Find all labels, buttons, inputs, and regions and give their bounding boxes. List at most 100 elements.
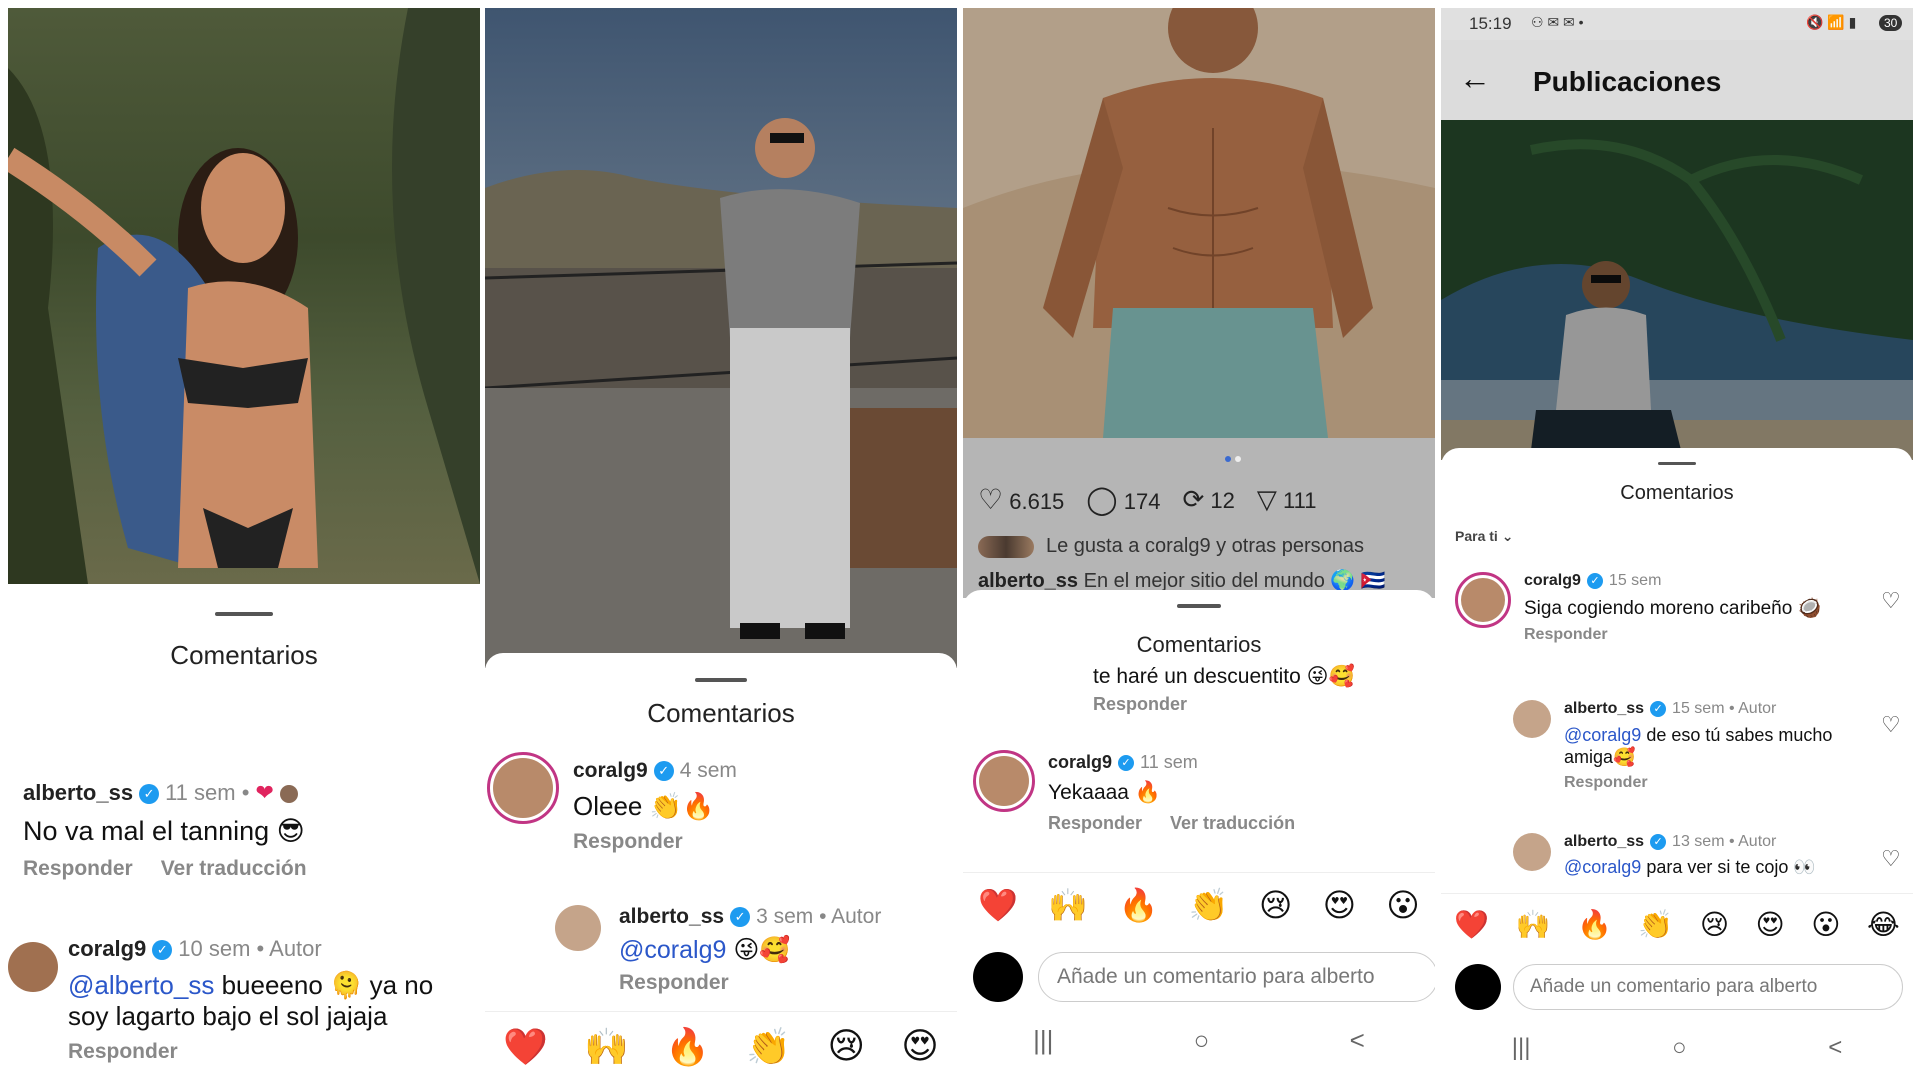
emoji-raised-hands[interactable]: 🙌 <box>584 1026 629 1068</box>
emoji-heart[interactable]: ❤️ <box>978 886 1018 924</box>
back-arrow-icon[interactable]: ← <box>1459 60 1491 97</box>
emoji-surprised[interactable]: 😮 <box>1386 886 1419 924</box>
comment-time: 11 sem <box>1140 752 1198 772</box>
recent-apps-icon[interactable]: ||| <box>1512 1034 1531 1062</box>
panel-4-instagram-publications: 15:19 ⚇ ✉ ✉ • 🔇 📶 ▮ 30 ← Publicaciones C… <box>1441 8 1913 1080</box>
like-comment-heart-icon[interactable]: ♡ <box>1881 712 1901 738</box>
caption-text: En el mejor sitio del mundo 🌍 🇨🇺 <box>1078 570 1386 592</box>
liked-by-text[interactable]: Le gusta a coralg9 y otras personas <box>1046 535 1364 557</box>
comment-username[interactable]: coralg9 <box>573 759 648 782</box>
panel-1-instagram-comments: Comentarios alberto_ss ✓ 11 sem • ❤ No va … <box>8 8 480 1080</box>
sheet-handle[interactable] <box>1658 462 1696 465</box>
emoji-raised-hands[interactable]: 🙌 <box>1048 886 1088 924</box>
comment-input[interactable]: Añade un comentario para alberto <box>1513 964 1903 1010</box>
comment-username[interactable]: alberto_ss <box>619 905 724 928</box>
avatar[interactable] <box>973 750 1035 812</box>
comment-username[interactable]: alberto_ss <box>23 780 133 805</box>
emoji-cry[interactable]: 😢 <box>1700 908 1729 941</box>
avatar[interactable] <box>1513 833 1551 871</box>
translate-button[interactable]: Ver traducción <box>161 857 307 880</box>
comment-time: 3 sem <box>756 905 814 928</box>
sheet-handle[interactable] <box>215 612 273 616</box>
repost-button[interactable]: ⟳ 12 <box>1182 484 1234 515</box>
post-photo <box>963 8 1435 438</box>
sheet-handle[interactable] <box>695 678 747 682</box>
emoji-heart-eyes[interactable]: 😍 <box>901 1026 939 1067</box>
emoji-surprised[interactable]: 😮 <box>1811 908 1840 941</box>
sheet-handle[interactable] <box>1177 604 1221 608</box>
like-comment-heart-icon[interactable]: ♡ <box>1881 846 1901 872</box>
battery-icon: 30 <box>1879 15 1903 31</box>
reply-button[interactable]: Responder <box>68 1040 178 1063</box>
comment-username[interactable]: coralg9 <box>1048 752 1112 772</box>
mention-link[interactable]: @coralg9 <box>1564 857 1641 877</box>
avatar[interactable] <box>1455 572 1511 628</box>
comment-alberto: alberto_ss ✓ 11 sem • ❤ No va mal el tanni… <box>23 780 473 881</box>
emoji-cry[interactable]: 😢 <box>828 1026 866 1067</box>
recent-apps-icon[interactable]: ||| <box>1033 1025 1053 1056</box>
like-button[interactable]: ♡ 6.615 <box>978 483 1064 516</box>
emoji-heart[interactable]: ❤️ <box>1454 908 1489 941</box>
mention-link[interactable]: @coralg9 <box>1564 725 1641 745</box>
comment-coralg9: coralg9 ✓ 11 sem Yekaaaa 🔥 Responder Ver tr… <box>1048 752 1428 834</box>
comment-icon: ◯ <box>1086 484 1118 515</box>
reply-button[interactable]: Responder <box>1048 813 1142 833</box>
carousel-dot <box>1235 456 1241 462</box>
home-icon[interactable]: ○ <box>1194 1025 1210 1056</box>
caption-username[interactable]: alberto_ss <box>978 570 1078 592</box>
comment-username[interactable]: coralg9 <box>68 936 146 961</box>
comment-input-row: Añade un comentario para alberto <box>963 946 1435 1006</box>
emoji-heart[interactable]: ❤️ <box>503 1026 548 1068</box>
quick-emoji-bar: ❤️ 🙌 🔥 👏 😢 😍 😮 <box>963 872 1435 936</box>
panel-3-instagram-post-comments: ♡ 6.615 ◯ 174 ⟳ 12 ▽ 111 Le gusta a cora… <box>963 8 1435 1080</box>
avatar[interactable] <box>555 905 601 951</box>
liker-avatar <box>280 785 299 804</box>
avatar[interactable] <box>487 752 559 824</box>
avatar[interactable] <box>1513 700 1551 738</box>
reply-button[interactable]: Responder <box>619 971 729 994</box>
emoji-heart-eyes[interactable]: 😍 <box>1756 908 1785 941</box>
emoji-cry[interactable]: 😢 <box>1259 886 1292 924</box>
comment-username[interactable]: coralg9 <box>1524 572 1581 589</box>
emoji-clap[interactable]: 👏 <box>1638 908 1673 941</box>
verified-badge-icon: ✓ <box>139 784 160 805</box>
mention-link[interactable]: @alberto_ss <box>68 970 214 1000</box>
like-comment-heart-icon[interactable]: ♡ <box>1881 588 1901 614</box>
avatar[interactable] <box>8 942 58 992</box>
comment-coralg9: coralg9 ✓ 10 sem • Autor @alberto_ss bueee… <box>68 936 478 1064</box>
comment-time: 15 sem <box>1608 572 1662 589</box>
comment-username[interactable]: alberto_ss <box>1564 700 1644 717</box>
emoji-raised-hands[interactable]: 🙌 <box>1516 908 1551 941</box>
emoji-clap[interactable]: 👏 <box>746 1026 791 1068</box>
emoji-fire[interactable]: 🔥 <box>1577 908 1612 941</box>
emoji-laughing[interactable]: 😂 <box>1867 908 1900 941</box>
reply-button[interactable]: Responder <box>1524 626 1608 643</box>
status-signal-icons: 🔇 📶 ▮ <box>1806 14 1857 30</box>
emoji-clap[interactable]: 👏 <box>1189 886 1229 924</box>
heart-icon: ♡ <box>978 484 1004 515</box>
liker-avatars <box>978 535 1034 558</box>
back-icon[interactable]: < <box>1350 1025 1365 1056</box>
repost-icon: ⟳ <box>1182 484 1205 514</box>
mention-link[interactable]: @coralg9 <box>619 936 726 964</box>
filter-dropdown[interactable]: Para ti ⌄ <box>1455 528 1513 545</box>
emoji-fire[interactable]: 🔥 <box>665 1026 710 1068</box>
reply-button[interactable]: Responder <box>1093 694 1187 715</box>
comment-text: @coralg9 de eso tú sabes mucho amiga🥰 <box>1564 725 1833 767</box>
back-icon[interactable]: < <box>1828 1034 1842 1062</box>
reply-button[interactable]: Responder <box>1564 774 1648 791</box>
home-icon[interactable]: ○ <box>1672 1034 1687 1062</box>
emoji-fire[interactable]: 🔥 <box>1119 886 1159 924</box>
comment-username[interactable]: alberto_ss <box>1564 833 1644 850</box>
comment-input[interactable]: Añade un comentario para alberto <box>1038 952 1435 1002</box>
comment-time: 15 sem • Autor <box>1672 700 1777 717</box>
comment-actions: Responder Ver traducción <box>23 857 473 881</box>
reply-button[interactable]: Responder <box>573 830 683 853</box>
carousel-dot <box>1225 456 1231 462</box>
emoji-heart-eyes[interactable]: 😍 <box>1323 886 1356 924</box>
post-photo <box>485 8 957 668</box>
share-button[interactable]: ▽ 111 <box>1257 484 1317 515</box>
translate-button[interactable]: Ver traducción <box>1170 813 1295 833</box>
reply-button[interactable]: Responder <box>23 857 133 880</box>
comment-button[interactable]: ◯ 174 <box>1086 483 1160 516</box>
